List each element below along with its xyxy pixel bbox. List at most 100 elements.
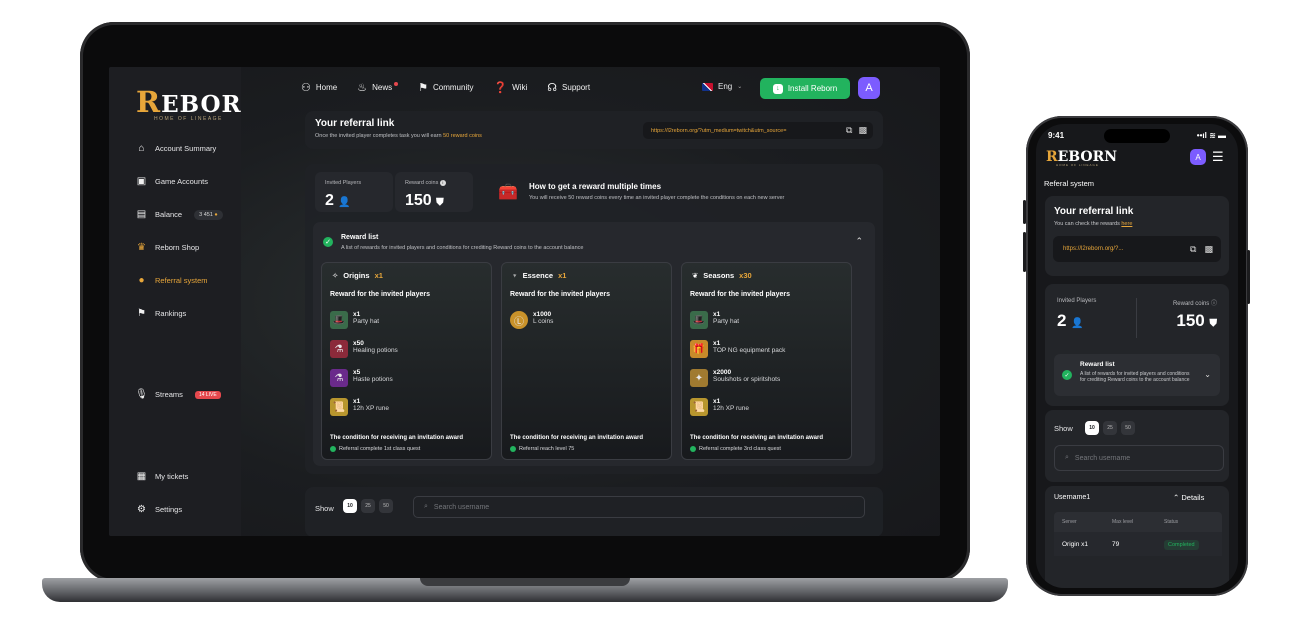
check-icon [330, 446, 336, 452]
details-toggle[interactable]: ⌃ Details [1173, 493, 1204, 502]
laptop-notch [420, 578, 630, 586]
condition-heading: The condition for receiving an invitatio… [690, 435, 824, 441]
page-size-50[interactable]: 50 [1121, 421, 1135, 435]
logo[interactable]: REBORN HOME OF LINEAGE [136, 85, 263, 122]
user-icon: ● [138, 275, 145, 286]
page-size-50[interactable]: 50 [379, 499, 393, 513]
main-content: ⚇ Home ♨ News ⚑ Community ❓ Wiki ☊ Support En… [241, 67, 940, 536]
chevron-up-icon[interactable]: ⌃ [855, 236, 863, 247]
page-size-25[interactable]: 25 [361, 499, 375, 513]
potion-icon: ⚗ [330, 340, 348, 358]
scroll-icon: 📜 [690, 398, 708, 416]
gear-icon: ⚙ [137, 504, 146, 515]
gamepad-icon: ▣ [136, 176, 147, 187]
qr-code-icon[interactable]: ▩ [1204, 244, 1213, 255]
nav-label: Home [315, 83, 338, 92]
sidebar-item-settings[interactable]: ⚙ Settings [136, 504, 182, 515]
search-icon: ⌕ [1065, 454, 1069, 461]
referral-link-field[interactable]: https://l2reborn.org/?... ⧉ ▩ [1053, 236, 1221, 262]
page-size-25[interactable]: 25 [1103, 421, 1117, 435]
sidebar-item-rankings[interactable]: ⚑ Rankings [136, 308, 186, 319]
stat-label: Reward coins ⓘ [1172, 301, 1217, 307]
info-icon[interactable]: i [439, 180, 446, 186]
home-icon: ⌂ [138, 143, 145, 154]
server-card-essence: ♆ Essence x1 Reward for the invited player… [501, 262, 672, 460]
reward-coins-stat: Reward coins i 150 ⛊ [395, 172, 473, 212]
fire-icon: ♨ [357, 82, 368, 94]
server-title: ❦ Seasons x30 [692, 271, 752, 280]
stat-label: Reward coins i [405, 180, 446, 186]
gift-box-icon: 🎁 [690, 340, 708, 358]
logo-initial: R [136, 85, 162, 119]
stats-card: Invited Players 2 👤 Reward coins i 150 ⛊… [305, 164, 883, 474]
check-icon [690, 446, 696, 452]
reward-list-subtitle: A list of rewards for invited players an… [1080, 371, 1190, 383]
server-title: ♆ Essence x1 [512, 271, 567, 280]
page-size-10[interactable]: 10 [1085, 421, 1099, 435]
nav-label: Support [562, 83, 591, 92]
question-icon: ❓ [493, 82, 508, 94]
referral-link-field[interactable]: https://l2reborn.org/?utm_medium=twitch&… [643, 122, 873, 139]
search-input[interactable]: ⌕ Search username [413, 496, 865, 518]
balance-badge: 3 451 ● [194, 209, 223, 220]
search-input[interactable]: ⌕ Search username [1054, 445, 1224, 471]
menu-icon[interactable]: ☰ [1212, 150, 1224, 163]
clock: 9:41 [1048, 131, 1065, 140]
origins-icon: ✧ [332, 271, 339, 280]
nav-wiki[interactable]: ❓ Wiki [493, 81, 527, 94]
page-size-10[interactable]: 10 [343, 499, 357, 513]
party-hat-icon: 🎩 [330, 311, 348, 329]
nav-community[interactable]: ⚑ Community [418, 81, 473, 94]
coin-shield-icon: ⛊ [1209, 318, 1218, 329]
condition-text: Referral reach level 75 [510, 446, 574, 452]
show-label: Show [1054, 424, 1073, 433]
sidebar-item-balance[interactable]: ▤ Balance 3 451 ● [136, 209, 223, 220]
nav-support[interactable]: ☊ Support [547, 81, 590, 94]
install-button[interactable]: ↓ Install Reborn [760, 78, 850, 99]
dynamic-island [1104, 129, 1170, 143]
reward-item: 📜 x1 12h XP rune [330, 398, 389, 416]
copy-icon[interactable]: ⧉ [1190, 244, 1196, 255]
sidebar-item-referral-system[interactable]: ● Referral system [136, 275, 207, 286]
headset-icon: ☊ [547, 82, 558, 94]
notification-dot [394, 81, 399, 86]
avatar[interactable]: A [858, 77, 880, 99]
reward-item: ⚗ x5 Haste potions [330, 369, 393, 387]
info-icon[interactable]: ⓘ [1211, 301, 1217, 307]
rewards-link[interactable]: here [1121, 221, 1132, 227]
referral-link-text: https://l2reborn.org/?... [1063, 246, 1124, 252]
sidebar-item-account-summary[interactable]: ⌂ Account Summary [136, 143, 216, 154]
uk-flag-icon [702, 82, 713, 91]
avatar[interactable]: A [1190, 149, 1206, 165]
ticket-icon: ▦ [136, 471, 147, 482]
users-icon: 👤 [1071, 318, 1084, 329]
language-selector[interactable]: Eng ⌄ [702, 82, 742, 91]
search-placeholder: Search username [1074, 454, 1131, 462]
sidebar-item-streams[interactable]: 🎙 Streams 14 LIVE [135, 389, 221, 400]
column-header: Status [1164, 519, 1179, 525]
download-icon: ↓ [772, 83, 783, 94]
logo[interactable]: REBORN HOME OF LINEAGE [1046, 149, 1117, 167]
treasure-chest-icon: 🧰 [498, 184, 518, 201]
laptop-screen: REBORN HOME OF LINEAGE ⌂ Account Summary… [109, 67, 940, 536]
nav-home[interactable]: ⚇ Home [301, 81, 337, 94]
flag-icon: ⚑ [418, 82, 428, 94]
users-icon: 👤 [338, 197, 351, 208]
l-coin-icon: Ⓛ [510, 311, 528, 329]
reward-item: 🎩 x1 Party hat [330, 311, 379, 329]
sidebar-item-my-tickets[interactable]: ▦ My tickets [136, 471, 189, 482]
sidebar-item-reborn-shop[interactable]: ♛ Reborn Shop [136, 242, 199, 253]
essence-icon: ♆ [512, 271, 518, 280]
how-to-subtitle: You will receive 50 reward coins every t… [529, 195, 785, 201]
stat-value: 150 ⛊ [405, 192, 444, 209]
wallet-icon: ▤ [136, 209, 147, 220]
sidebar-item-label: Reborn Shop [155, 243, 200, 252]
nav-label: Community [432, 83, 474, 92]
rewards-heading: Reward for the invited players [510, 291, 610, 298]
column-header: Max level [1112, 519, 1134, 525]
copy-icon[interactable]: ⧉ [846, 125, 852, 136]
sidebar-item-game-accounts[interactable]: ▣ Game Accounts [136, 176, 208, 187]
qr-code-icon[interactable]: ▩ [858, 125, 867, 136]
nav-news[interactable]: ♨ News [357, 81, 399, 94]
reward-list-toggle[interactable]: ✓ Reward list A list of rewards for invi… [1054, 354, 1220, 396]
